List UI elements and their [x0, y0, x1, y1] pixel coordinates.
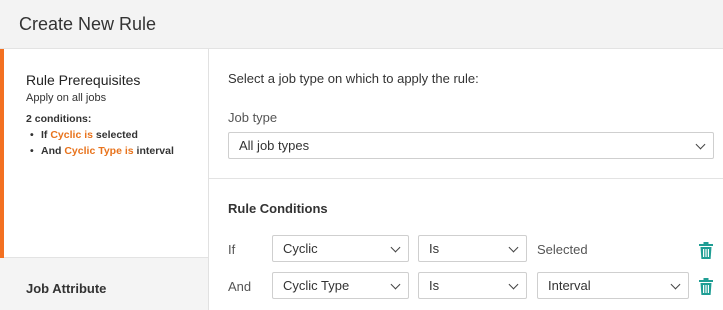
main-panel: Select a job type on which to apply the … — [209, 49, 723, 310]
condition-connector: And — [228, 279, 252, 294]
condition-prefix: If — [41, 129, 48, 141]
chevron-down-icon — [508, 279, 519, 290]
job-type-value: All job types — [239, 138, 310, 153]
chevron-down-icon — [390, 279, 401, 290]
job-type-instruction: Select a job type on which to apply the … — [228, 71, 479, 86]
condition-summary-item: And Cyclic Type is interval — [30, 143, 200, 159]
condition-highlight: Cyclic is — [50, 129, 93, 141]
condition-connector: If — [228, 242, 236, 257]
condition-operator-select[interactable]: Is — [418, 272, 527, 299]
condition-value-select[interactable]: Interval — [537, 272, 689, 299]
sidebar-step-rule-prerequisites[interactable]: Rule Prerequisites Apply on all jobs 2 c… — [0, 49, 208, 258]
trash-icon[interactable] — [699, 242, 713, 259]
dialog-header: Create New Rule — [0, 0, 723, 49]
condition-field-select[interactable]: Cyclic — [272, 235, 409, 262]
chevron-down-icon — [670, 279, 681, 290]
conditions-count: 2 conditions: — [26, 113, 92, 125]
rule-conditions-title: Rule Conditions — [228, 201, 328, 216]
condition-static-value: Selected — [537, 242, 588, 257]
job-type-select[interactable]: All job types — [228, 132, 714, 159]
wizard-sidebar: Rule Prerequisites Apply on all jobs 2 c… — [0, 49, 209, 310]
trash-icon[interactable] — [699, 278, 713, 295]
sidebar-step-job-attribute[interactable]: Job Attribute — [26, 281, 106, 296]
condition-field-select[interactable]: Cyclic Type — [272, 272, 409, 299]
condition-field-value: Cyclic Type — [283, 278, 350, 293]
condition-operator-value: Is — [429, 278, 440, 293]
dialog-title: Create New Rule — [19, 14, 157, 34]
condition-suffix: selected — [95, 129, 138, 141]
active-step-indicator — [0, 49, 4, 258]
conditions-summary-list: If Cyclic is selected And Cyclic Type is… — [30, 127, 200, 159]
step-title: Rule Prerequisites — [26, 72, 141, 88]
chevron-down-icon — [390, 242, 401, 253]
condition-suffix: interval — [136, 145, 174, 157]
chevron-down-icon — [695, 139, 706, 150]
condition-highlight: Cyclic Type is — [64, 145, 134, 157]
condition-prefix: And — [41, 145, 62, 157]
job-type-label: Job type — [228, 110, 278, 125]
condition-operator-select[interactable]: Is — [418, 235, 527, 262]
step-subtitle: Apply on all jobs — [26, 92, 107, 104]
condition-summary-item: If Cyclic is selected — [30, 127, 200, 143]
chevron-down-icon — [508, 242, 519, 253]
condition-value: Interval — [548, 278, 591, 293]
section-divider — [209, 178, 723, 179]
condition-field-value: Cyclic — [283, 241, 318, 256]
condition-operator-value: Is — [429, 241, 440, 256]
